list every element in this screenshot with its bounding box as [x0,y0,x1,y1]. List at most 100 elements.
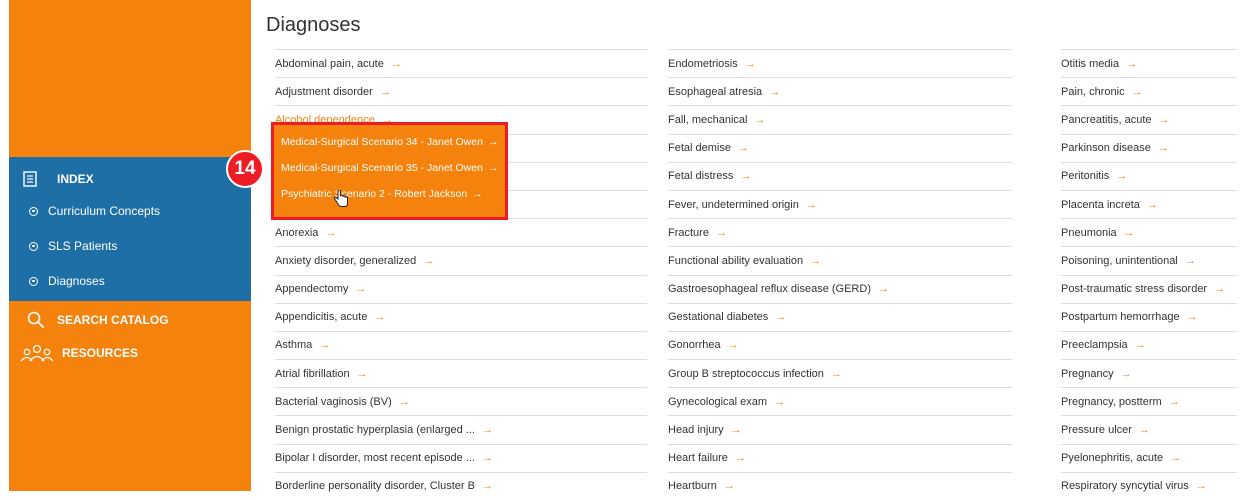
scenario-link[interactable]: Medical-Surgical Scenario 34 - Janet Owe… [281,136,498,148]
sidebar-item-label: SLS Patients [48,239,118,253]
list-item[interactable]: Heartburn → [668,471,1012,500]
list-item[interactable]: Post-traumatic stress disorder → [1061,274,1237,303]
arrow-right-icon: → [775,311,787,324]
arrow-right-icon: → [730,424,742,437]
search-icon [27,311,45,329]
list-item[interactable]: Anorexia → [275,218,647,246]
list-item[interactable]: Pyelonephritis, acute → [1061,443,1237,472]
sidebar-item-sls-patients[interactable]: SLS Patients [29,239,117,253]
arrow-right-icon: → [715,226,727,239]
list-item[interactable]: Appendicitis, acute → [275,302,647,331]
list-item[interactable]: Adjustment disorder → [275,77,647,105]
list-item[interactable]: Gastroesophageal reflux disease (GERD) → [668,274,1012,303]
arrow-right-icon: → [379,85,391,98]
search-catalog-link[interactable]: SEARCH CATALOG [27,311,169,329]
list-item[interactable]: Appendectomy → [275,274,647,303]
list-item[interactable]: Anxiety disorder, generalized → [275,246,647,274]
arrow-right-icon: → [744,57,756,70]
list-item[interactable]: Heart failure → [668,443,1012,472]
list-item[interactable]: Functional ability evaluation → [668,246,1012,274]
arrow-right-icon: → [319,339,331,352]
arrow-right-icon: → [481,424,493,437]
arrow-right-icon: → [355,283,367,296]
index-header[interactable]: INDEX [23,171,94,187]
list-item[interactable]: Abdominal pain, acute → [275,49,647,77]
list-item[interactable]: Poisoning, unintentional → [1061,246,1237,274]
arrow-right-icon: → [810,254,822,267]
arrow-right-icon: → [1157,142,1169,155]
index-icon [23,171,37,187]
list-item[interactable]: Respiratory syncytial virus → [1061,471,1237,500]
scenario-link[interactable]: Medical-Surgical Scenario 35 - Janet Owe… [281,162,498,174]
scenario-flyout: Medical-Surgical Scenario 34 - Janet Owe… [271,122,508,220]
list-item[interactable]: Borderline personality disorder, Cluster… [275,471,647,500]
list-item[interactable]: Otitis media → [1061,49,1237,77]
arrow-right-icon: → [1126,57,1138,70]
list-item[interactable]: Fever, undetermined origin → [668,189,1012,218]
list-item[interactable]: Head injury → [668,415,1012,443]
arrow-right-icon: → [774,395,786,408]
index-section: INDEX Curriculum Concepts SLS Patients D… [9,157,251,301]
arrow-right-icon: → [1214,283,1226,296]
arrow-right-icon: → [1138,424,1150,437]
list-item[interactable]: Fracture → [668,218,1012,246]
list-item[interactable]: Gonorrhea → [668,330,1012,359]
list-item[interactable]: Placenta increta → [1061,189,1237,218]
arrow-right-icon: → [740,170,752,183]
list-item[interactable]: Esophageal atresia → [668,77,1012,105]
list-item[interactable]: Fetal distress → [668,161,1012,190]
list-item[interactable]: Gynecological exam → [668,387,1012,415]
list-item[interactable]: Pregnancy → [1061,359,1237,387]
list-item[interactable]: Preeclampsia → [1061,330,1237,359]
arrow-right-icon: → [1134,339,1146,352]
sidebar-item-label: Diagnoses [48,274,105,288]
people-icon [20,344,54,362]
resources-label: RESOURCES [62,346,139,360]
arrow-right-icon: → [481,452,493,465]
list-item[interactable]: Bipolar I disorder, most recent episode … [275,443,647,472]
arrow-right-icon: → [423,254,435,267]
index-label: INDEX [57,172,94,186]
list-item[interactable]: Peritonitis → [1061,161,1237,190]
list-item[interactable]: Group B streptococcus infection → [668,359,1012,387]
list-item[interactable]: Pregnancy, postterm → [1061,387,1237,415]
arrow-right-icon: → [1146,198,1158,211]
sidebar-item-curriculum-concepts[interactable]: Curriculum Concepts [29,204,160,218]
arrow-right-icon: → [1131,85,1143,98]
list-item[interactable]: Pressure ulcer → [1061,415,1237,443]
list-item[interactable]: Pneumonia → [1061,218,1237,246]
arrow-right-icon: → [1120,367,1132,380]
radio-icon [29,241,38,251]
list-item[interactable]: Pancreatitis, acute → [1061,105,1237,133]
list-item[interactable]: Asthma → [275,330,647,359]
resources-link[interactable]: RESOURCES [20,344,138,362]
arrow-right-icon: → [769,85,781,98]
sidebar-item-diagnoses[interactable]: Diagnoses [29,274,105,288]
arrow-right-icon: → [472,188,483,200]
list-item[interactable]: Atrial fibrillation → [275,359,647,387]
list-item[interactable]: Parkinson disease → [1061,133,1237,162]
list-item[interactable]: Fall, mechanical → [668,105,1012,133]
arrow-right-icon: → [356,367,368,380]
arrow-right-icon: → [877,283,889,296]
arrow-right-icon: → [734,452,746,465]
diagnoses-column-3: Otitis media → Pain, chronic → Pancreatiti… [1061,49,1237,500]
diagnoses-column-1: Abdominal pain, acute → Adjustment disord… [275,49,647,500]
arrow-right-icon: → [487,136,499,148]
arrow-right-icon: → [754,113,766,126]
list-item[interactable]: Pain, chronic → [1061,77,1237,105]
radio-icon [29,276,38,286]
page-title: Diagnoses [266,14,361,36]
arrow-right-icon: → [1184,254,1196,267]
list-item[interactable]: Fetal demise → [668,133,1012,162]
list-item[interactable]: Benign prostatic hyperplasia (enlarged .… [275,415,647,443]
list-item[interactable]: Bacterial vaginosis (BV) → [275,387,647,415]
scenario-link[interactable]: Psychiatric Scenario 2 - Robert Jackson → [281,188,483,200]
list-item[interactable]: Gestational diabetes → [668,302,1012,331]
arrow-right-icon: → [830,367,842,380]
step-badge: 14 [226,150,264,188]
arrow-right-icon: → [1123,226,1135,239]
arrow-right-icon: → [398,395,410,408]
list-item[interactable]: Endometriosis → [668,49,1012,77]
list-item[interactable]: Postpartum hemorrhage → [1061,302,1237,331]
